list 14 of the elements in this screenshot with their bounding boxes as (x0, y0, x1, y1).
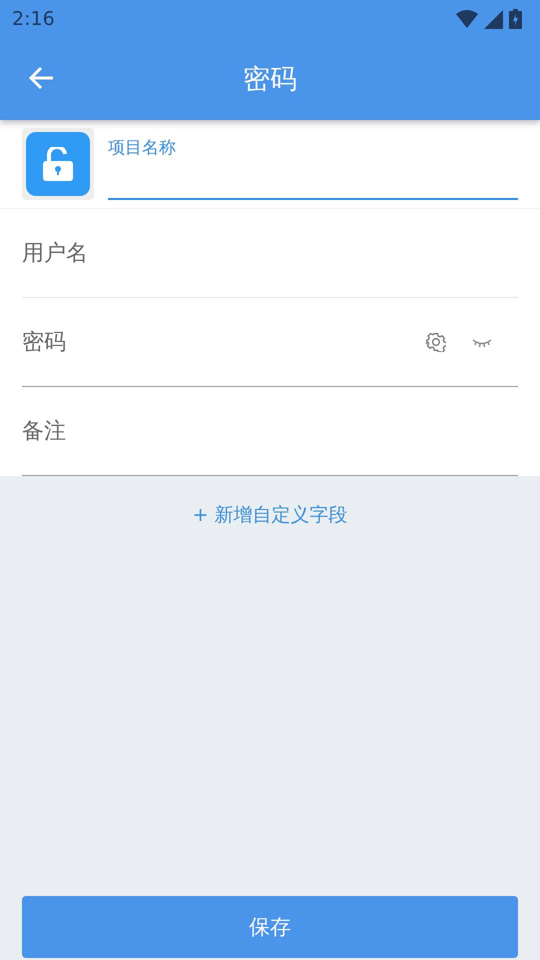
text-field[interactable]: 密码 (22, 330, 384, 354)
battery-icon (509, 9, 522, 29)
wifi-icon (456, 10, 478, 28)
settings-icon[interactable] (426, 332, 446, 352)
item-name-field[interactable]: 项目名称 (108, 120, 518, 200)
item-icon-picker[interactable] (22, 128, 94, 200)
text-field[interactable]: 用户名 (22, 240, 518, 266)
screen-title: 密码 (243, 63, 297, 97)
text-field[interactable]: 备注 (22, 418, 518, 444)
signal-icon (484, 10, 503, 28)
save-button[interactable]: 保存 (22, 896, 518, 958)
status-time: 2:16 (12, 8, 55, 30)
add-custom-field-link[interactable]: + 新增自定义字段 (192, 502, 348, 528)
unlocked-padlock-icon (43, 147, 73, 181)
